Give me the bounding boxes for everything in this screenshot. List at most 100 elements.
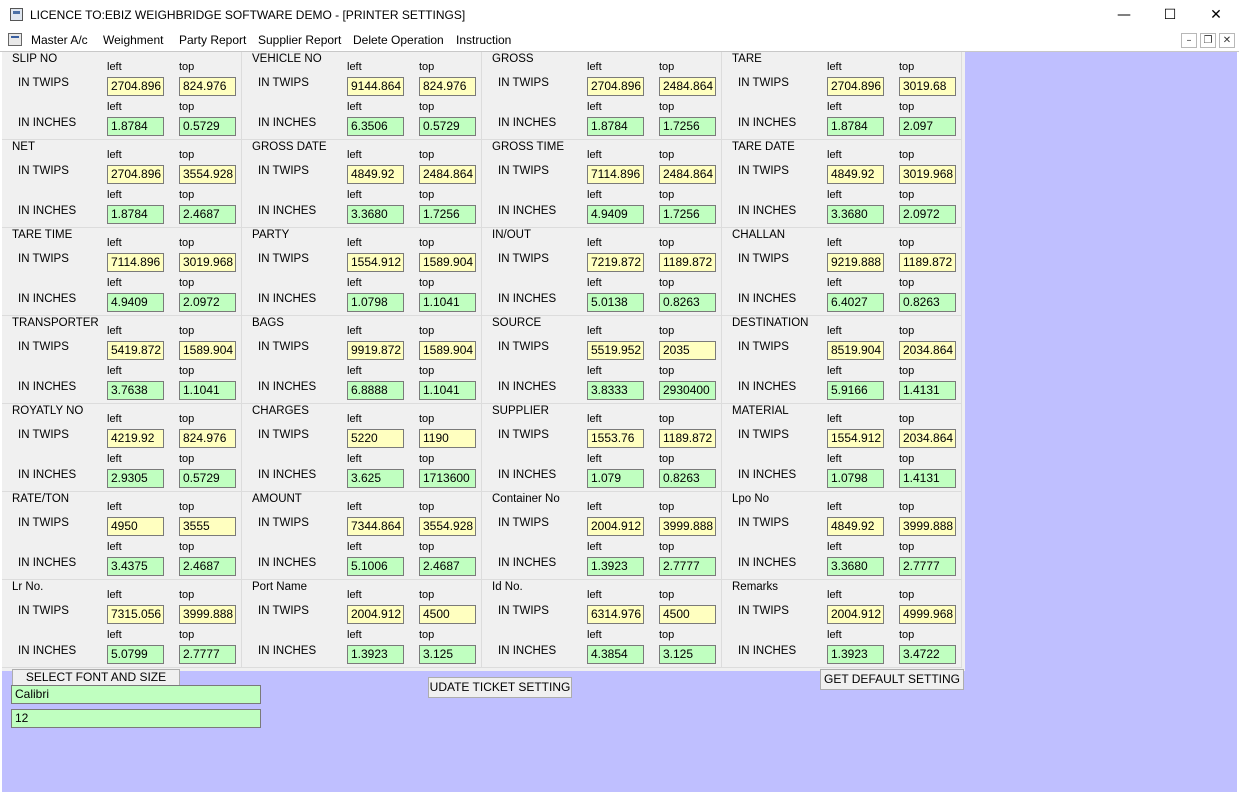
inches-top-input[interactable]: 0.5729 [179,469,236,488]
inches-top-input[interactable]: 0.8263 [899,293,956,312]
twips-top-input[interactable]: 3999.888 [179,605,236,624]
inches-left-input[interactable]: 3.8333 [587,381,644,400]
inches-left-input[interactable]: 1.0798 [827,469,884,488]
inches-top-input[interactable]: 0.5729 [179,117,236,136]
twips-left-input[interactable]: 2704.896 [587,77,644,96]
inches-top-input[interactable]: 1.4131 [899,381,956,400]
inches-top-input[interactable]: 2.7777 [899,557,956,576]
twips-top-input[interactable]: 2035 [659,341,716,360]
inches-top-input[interactable]: 2.0972 [899,205,956,224]
inches-left-input[interactable]: 2.9305 [107,469,164,488]
inches-left-input[interactable]: 5.0799 [107,645,164,664]
inches-top-input[interactable]: 2.7777 [179,645,236,664]
twips-top-input[interactable]: 824.976 [179,429,236,448]
inches-left-input[interactable]: 1.3923 [587,557,644,576]
twips-left-input[interactable]: 2704.896 [107,165,164,184]
inches-top-input[interactable]: 2.4687 [179,205,236,224]
inches-top-input[interactable]: 1.7256 [659,117,716,136]
twips-top-input[interactable]: 1189.872 [659,429,716,448]
twips-left-input[interactable]: 4219.92 [107,429,164,448]
inches-top-input[interactable]: 3.125 [659,645,716,664]
inches-top-input[interactable]: 1.7256 [419,205,476,224]
inches-left-input[interactable]: 3.625 [347,469,404,488]
twips-left-input[interactable]: 9144.864 [347,77,404,96]
menu-master-ac[interactable]: Master A/c [31,33,88,47]
twips-left-input[interactable]: 5419.872 [107,341,164,360]
inches-left-input[interactable]: 3.3680 [827,557,884,576]
twips-left-input[interactable]: 5519.952 [587,341,644,360]
menu-delete-operation[interactable]: Delete Operation [353,33,444,47]
inches-left-input[interactable]: 1.3923 [827,645,884,664]
twips-top-input[interactable]: 3999.888 [659,517,716,536]
twips-left-input[interactable]: 4849.92 [347,165,404,184]
inches-left-input[interactable]: 1.8784 [587,117,644,136]
inches-left-input[interactable]: 4.3854 [587,645,644,664]
twips-top-input[interactable]: 2484.864 [419,165,476,184]
twips-top-input[interactable]: 3554.928 [419,517,476,536]
twips-left-input[interactable]: 1554.912 [347,253,404,272]
close-button[interactable]: ✕ [1193,0,1239,30]
inches-top-input[interactable]: 2930400 [659,381,716,400]
select-font-button[interactable]: SELECT FONT AND SIZE [12,669,180,686]
font-size-field[interactable]: 12 [11,709,261,728]
twips-left-input[interactable]: 2004.912 [347,605,404,624]
inches-top-input[interactable]: 1.1041 [419,293,476,312]
minimize-button[interactable]: — [1101,0,1147,30]
inches-left-input[interactable]: 3.3680 [827,205,884,224]
inches-left-input[interactable]: 4.9409 [587,205,644,224]
twips-top-input[interactable]: 4500 [419,605,476,624]
inches-left-input[interactable]: 5.9166 [827,381,884,400]
twips-top-input[interactable]: 3555 [179,517,236,536]
inches-top-input[interactable]: 3.4722 [899,645,956,664]
twips-top-input[interactable]: 4500 [659,605,716,624]
inches-left-input[interactable]: 3.4375 [107,557,164,576]
document-icon[interactable] [8,33,22,46]
inches-left-input[interactable]: 1.8784 [107,117,164,136]
twips-left-input[interactable]: 9919.872 [347,341,404,360]
inches-top-input[interactable]: 1713600 [419,469,476,488]
twips-left-input[interactable]: 1553.76 [587,429,644,448]
menu-instruction[interactable]: Instruction [456,33,511,47]
inches-left-input[interactable]: 6.3506 [347,117,404,136]
twips-top-input[interactable]: 3019.68 [899,77,956,96]
inches-top-input[interactable]: 2.0972 [179,293,236,312]
mdi-minimize-button[interactable]: – [1181,33,1197,48]
twips-left-input[interactable]: 2004.912 [827,605,884,624]
twips-top-input[interactable]: 3019.968 [179,253,236,272]
twips-top-input[interactable]: 4999.968 [899,605,956,624]
inches-top-input[interactable]: 3.125 [419,645,476,664]
twips-top-input[interactable]: 1589.904 [179,341,236,360]
twips-top-input[interactable]: 3019.968 [899,165,956,184]
twips-left-input[interactable]: 2704.896 [107,77,164,96]
menu-party-report[interactable]: Party Report [179,33,246,47]
twips-top-input[interactable]: 1189.872 [659,253,716,272]
inches-left-input[interactable]: 4.9409 [107,293,164,312]
twips-top-input[interactable]: 2034.864 [899,429,956,448]
mdi-close-button[interactable]: ✕ [1219,33,1235,48]
inches-top-input[interactable]: 2.4687 [419,557,476,576]
twips-left-input[interactable]: 4849.92 [827,517,884,536]
twips-left-input[interactable]: 9219.888 [827,253,884,272]
twips-left-input[interactable]: 7344.864 [347,517,404,536]
inches-top-input[interactable]: 1.4131 [899,469,956,488]
twips-left-input[interactable]: 2004.912 [587,517,644,536]
twips-top-input[interactable]: 1190 [419,429,476,448]
inches-left-input[interactable]: 5.0138 [587,293,644,312]
inches-left-input[interactable]: 1.8784 [107,205,164,224]
inches-left-input[interactable]: 5.1006 [347,557,404,576]
twips-top-input[interactable]: 2034.864 [899,341,956,360]
inches-left-input[interactable]: 3.3680 [347,205,404,224]
menu-supplier-report[interactable]: Supplier Report [258,33,341,47]
twips-left-input[interactable]: 7219.872 [587,253,644,272]
inches-left-input[interactable]: 3.7638 [107,381,164,400]
menu-weighment[interactable]: Weighment [103,33,163,47]
twips-left-input[interactable]: 4950 [107,517,164,536]
twips-left-input[interactable]: 6314.976 [587,605,644,624]
inches-top-input[interactable]: 1.7256 [659,205,716,224]
update-ticket-setting-button[interactable]: UDATE TICKET SETTING [428,677,572,698]
inches-left-input[interactable]: 1.8784 [827,117,884,136]
twips-top-input[interactable]: 1589.904 [419,253,476,272]
inches-top-input[interactable]: 0.8263 [659,293,716,312]
inches-left-input[interactable]: 1.3923 [347,645,404,664]
twips-top-input[interactable]: 1189.872 [899,253,956,272]
